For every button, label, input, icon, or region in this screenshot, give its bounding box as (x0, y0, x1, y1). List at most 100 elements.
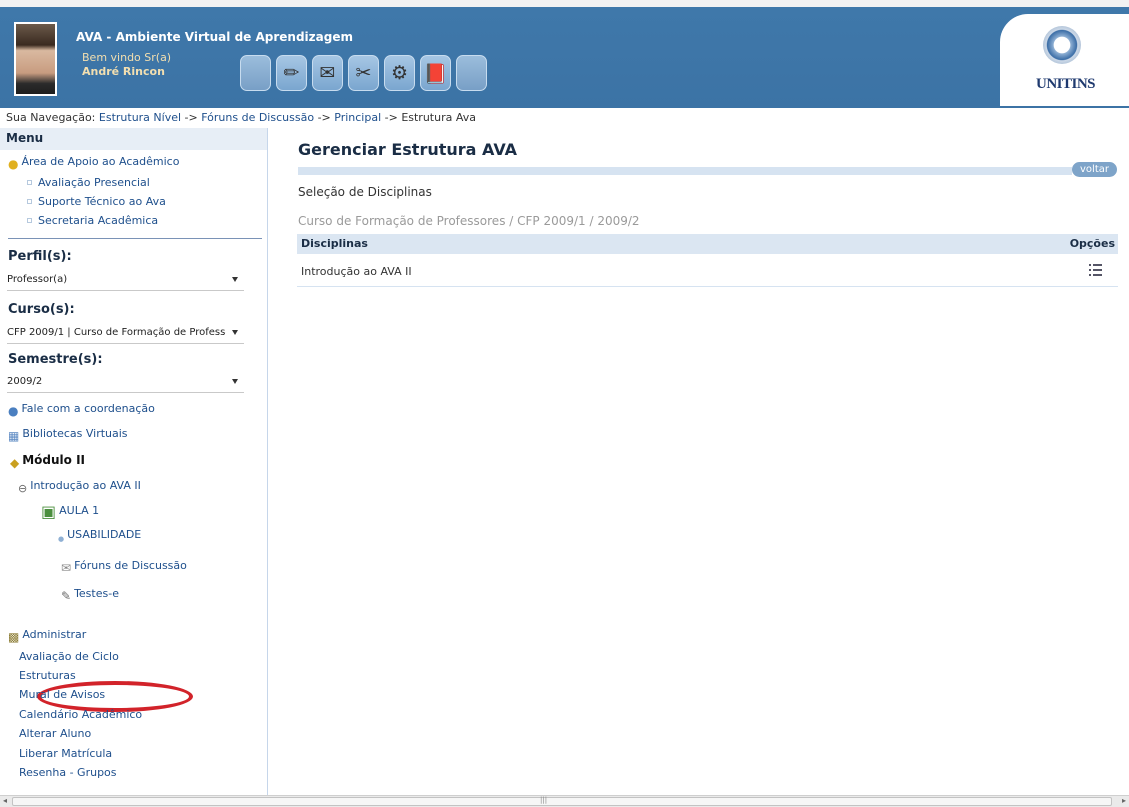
menu-title: Menu (0, 128, 267, 150)
topic-label: USABILIDADE (67, 528, 142, 541)
breadcrumb-link-principal[interactable]: Principal (334, 111, 381, 124)
semester-select-value: 2009/2 (7, 376, 43, 387)
lesson-aula-1[interactable]: ▣ AULA 1 (41, 502, 99, 521)
library-icon: ▦ (8, 429, 20, 443)
module-title-label: Módulo II (22, 453, 86, 467)
breadcrumb-link-foruns[interactable]: Fóruns de Discussão (201, 111, 314, 124)
course-node-introducao[interactable]: ⊖ Introdução ao AVA II (18, 479, 141, 495)
contact-coordination-link[interactable]: ● Fale com a coordenação (8, 402, 155, 418)
forums-label: Fóruns de Discussão (74, 559, 187, 572)
header: AVA - Ambiente Virtual de Aprendizagem B… (0, 0, 1129, 108)
toolbar-settings-button[interactable]: ⚙ (384, 55, 415, 91)
sidebar-item-secretaria[interactable]: Secretaria Acadêmica (27, 214, 158, 227)
avatar (14, 22, 57, 96)
main-content: Gerenciar Estrutura AVA voltar Seleção d… (270, 128, 1129, 795)
breadcrumb-separator: -> (384, 111, 398, 124)
tests-label: Testes-e (74, 587, 119, 600)
pencil-icon: ✏ (283, 62, 300, 84)
semester-label: Semestre(s): (8, 352, 103, 367)
sidebar-item-avaliacao-presencial[interactable]: Avaliação Presencial (27, 176, 150, 189)
scroll-left-arrow-icon[interactable]: ◂ (3, 796, 7, 805)
toolbar-tools-button[interactable]: ✂ (348, 55, 379, 91)
app-title: AVA - Ambiente Virtual de Aprendizagem (76, 30, 353, 44)
help-icon: ● (8, 404, 19, 418)
admin-link[interactable]: ▩ Administrar (8, 628, 86, 644)
forums-link[interactable]: ✉ Fóruns de Discussão (61, 559, 187, 575)
admin-item-resenha-grupos[interactable]: Resenha - Grupos (19, 766, 117, 779)
virtual-libraries-link[interactable]: ▦ Bibliotecas Virtuais (8, 427, 128, 443)
admin-item-avaliacao-ciclo[interactable]: Avaliação de Ciclo (19, 650, 119, 663)
breadcrumb-prefix: Sua Navegação: (6, 111, 96, 124)
support-area-link[interactable]: ● Área de Apoio ao Acadêmico (8, 155, 179, 171)
admin-item-calendario[interactable]: Calendário Acadêmico (19, 708, 142, 721)
course-node-label: Introdução ao AVA II (30, 479, 141, 492)
bullet-icon (27, 218, 32, 223)
breadcrumb-separator: -> (184, 111, 198, 124)
course-path: Curso de Formação de Professores / CFP 2… (298, 214, 640, 228)
sidebar-item-label: Secretaria Acadêmica (38, 214, 159, 227)
admin-item-alterar-aluno[interactable]: Alterar Aluno (19, 727, 91, 740)
user-name: André Rincon (82, 65, 165, 78)
admin-item-estruturas[interactable]: Estruturas (19, 669, 76, 682)
profile-label: Perfil(s): (8, 249, 72, 264)
virtual-libraries-label: Bibliotecas Virtuais (22, 427, 128, 440)
contact-coordination-label: Fale com a coordenação (21, 402, 155, 415)
course-label: Curso(s): (8, 302, 75, 317)
app-window: AVA - Ambiente Virtual de Aprendizagem B… (0, 0, 1129, 807)
breadcrumb-link-estrutura-nivel[interactable]: Estrutura Nível (99, 111, 181, 124)
logo-text: UNITINS (1036, 76, 1096, 92)
profile-select[interactable]: Professor(a) (7, 271, 244, 291)
chevron-down-icon (232, 330, 238, 335)
semester-select[interactable]: 2009/2 (7, 373, 244, 393)
page-title: Gerenciar Estrutura AVA (298, 140, 517, 159)
sidebar: Menu ● Área de Apoio ao Acadêmico Avaliaç… (0, 128, 268, 795)
admin-icon: ▩ (8, 630, 20, 644)
sidebar-item-suporte-tecnico[interactable]: Suporte Técnico ao Ava (27, 195, 166, 208)
module-icon: ◆ (10, 456, 20, 470)
chevron-down-icon (232, 277, 238, 282)
tests-link[interactable]: ✎ Testes-e (61, 587, 119, 603)
toolbar-library-button[interactable]: 📕 (420, 55, 451, 91)
horizontal-scrollbar[interactable]: ◂ ||| ▸ (0, 795, 1129, 807)
envelope-icon: ✉ (319, 62, 336, 84)
scroll-right-arrow-icon[interactable]: ▸ (1122, 796, 1126, 805)
tools-icon: ✂ (355, 62, 372, 84)
book-icon: 📕 (423, 62, 448, 85)
header-top-strip (0, 0, 1129, 7)
admin-item-mural-avisos[interactable]: Mural de Avisos (19, 688, 105, 701)
scrollbar-thumb[interactable] (12, 797, 1112, 806)
breadcrumb: Sua Navegação: Estrutura Nível -> Fóruns… (6, 111, 476, 124)
breadcrumb-separator: -> (317, 111, 331, 124)
welcome-text: Bem vindo Sr(a) (82, 51, 172, 64)
toolbar-pencil-button[interactable]: ✏ (276, 55, 307, 91)
course-select-value: CFP 2009/1 | Curso de Formação de Profes… (7, 327, 226, 338)
sidebar-item-label: Avaliação Presencial (38, 176, 150, 189)
chevron-down-icon (232, 379, 238, 384)
discipline-name: Introdução ao AVA II (301, 265, 412, 278)
module-title: ◆ Módulo II (10, 453, 85, 470)
profile-select-value: Professor(a) (7, 274, 68, 285)
admin-item-liberar-matricula[interactable]: Liberar Matrícula (19, 747, 112, 760)
sidebar-divider (8, 238, 262, 239)
unitins-logo: UNITINS (1000, 14, 1129, 106)
course-select[interactable]: CFP 2009/1 | Curso de Formação de Profes… (7, 324, 244, 344)
toolbar-messages-button[interactable]: ✉ (312, 55, 343, 91)
column-header-opcoes: Opções (1069, 237, 1115, 250)
topic-usabilidade[interactable]: ● USABILIDADE (58, 528, 141, 543)
gear-icon: ⚙ (390, 62, 409, 84)
toolbar-blank-button (240, 55, 271, 91)
column-header-disciplinas: Disciplinas (301, 237, 368, 250)
test-icon: ✎ (61, 589, 72, 603)
lightbulb-icon: ● (8, 157, 19, 171)
bullet-icon (27, 180, 32, 185)
title-underline-bar (298, 167, 1072, 175)
back-button[interactable]: voltar (1072, 162, 1117, 177)
options-list-icon[interactable] (1089, 262, 1103, 278)
breadcrumb-current: Estrutura Ava (401, 111, 476, 124)
table-header: Disciplinas Opções (297, 234, 1118, 254)
collapse-icon: ⊖ (18, 482, 28, 495)
table-row[interactable]: Introdução ao AVA II (297, 256, 1118, 287)
scrollbar-grip-icon: ||| (540, 796, 548, 804)
support-area-label: Área de Apoio ao Acadêmico (21, 155, 180, 168)
logo-emblem-icon (1043, 26, 1081, 64)
